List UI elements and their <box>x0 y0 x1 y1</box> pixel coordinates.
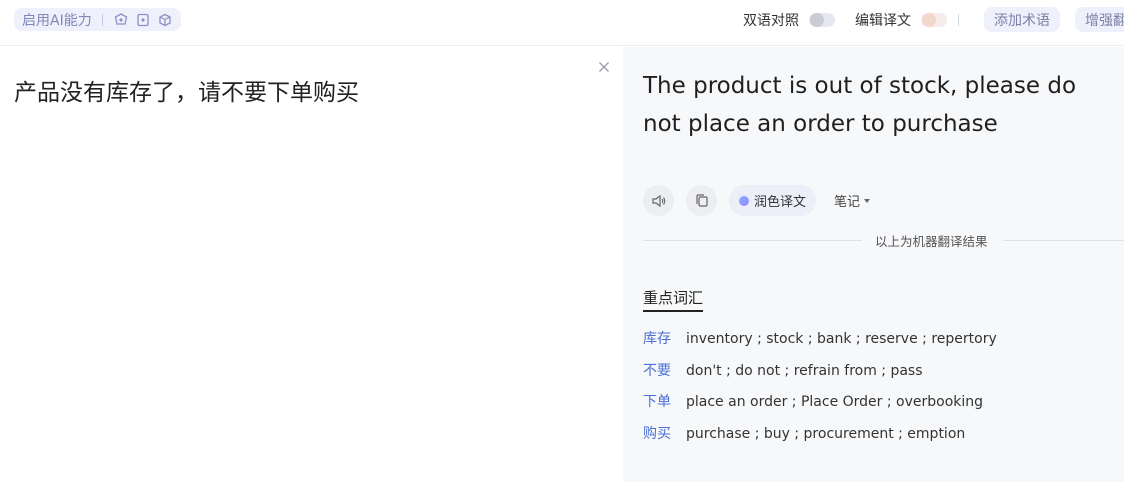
clear-icon[interactable] <box>596 59 612 75</box>
vocab-item: 不要 don't ; do not ; refrain from ; pass <box>643 360 997 392</box>
ai-refine-icon[interactable] <box>113 12 129 28</box>
notes-label: 笔记 <box>834 195 861 210</box>
divider-line-left <box>643 240 862 241</box>
vocab-list: 库存 inventory ; stock ; bank ; reserve ; … <box>643 328 997 454</box>
vocab-item: 购买 purchase ; buy ; procurement ; emptio… <box>643 423 997 455</box>
ai-cube-icon[interactable] <box>157 12 173 28</box>
vocab-defs: place an order ; Place Order ; overbooki… <box>686 394 984 410</box>
ai-capability-pill[interactable]: 启用AI能力 <box>14 8 181 31</box>
top-toolbar: 启用AI能力 双语对照 编辑译文 添加术语 增强翻 <box>0 0 1124 46</box>
ai-doc-icon[interactable] <box>135 12 151 28</box>
vocab-title: 重点词汇 <box>643 287 704 312</box>
vocab-term[interactable]: 下单 <box>643 391 686 411</box>
polish-icon <box>739 195 749 206</box>
enhance-translation-button[interactable]: 增强翻 <box>1075 7 1124 32</box>
vocab-term[interactable]: 库存 <box>643 328 686 348</box>
bilingual-label: 双语对照 <box>743 13 799 29</box>
edit-translation-toggle[interactable] <box>921 13 947 27</box>
edit-translation-toggle-group[interactable]: 编辑译文 <box>855 10 947 30</box>
source-text[interactable]: 产品没有库存了，请不要下单购买 <box>14 73 359 107</box>
toolbar-divider <box>958 14 959 26</box>
copy-button[interactable] <box>686 185 717 216</box>
vocab-item: 库存 inventory ; stock ; bank ; reserve ; … <box>643 328 997 360</box>
vocab-term[interactable]: 购买 <box>643 423 686 443</box>
vocab-term[interactable]: 不要 <box>643 360 686 380</box>
copy-icon <box>695 193 708 207</box>
toggle-knob <box>922 13 936 27</box>
machine-notice-text: 以上为机器翻译结果 <box>875 234 988 249</box>
vocab-item: 下单 place an order ; Place Order ; overbo… <box>643 391 997 423</box>
bilingual-toggle-group[interactable]: 双语对照 <box>743 10 835 30</box>
caret-down-icon <box>864 198 871 203</box>
notes-dropdown[interactable]: 笔记 <box>834 191 871 210</box>
add-term-button[interactable]: 添加术语 <box>984 7 1060 32</box>
vocab-defs: inventory ; stock ; bank ; reserve ; rep… <box>686 331 997 347</box>
vocab-defs: don't ; do not ; refrain from ; pass <box>686 362 923 379</box>
toggle-knob <box>810 13 824 27</box>
divider-line-right <box>1003 240 1124 241</box>
speaker-icon <box>651 194 665 207</box>
translation-actions: 润色译文 笔记 <box>643 185 871 216</box>
speaker-button[interactable] <box>643 185 674 216</box>
bilingual-toggle[interactable] <box>809 13 835 27</box>
translation-pane: The product is out of stock, please do n… <box>623 47 1124 482</box>
vocab-defs: purchase ; buy ; procurement ; emption <box>686 425 966 442</box>
edit-translation-label: 编辑译文 <box>855 13 911 29</box>
source-pane[interactable]: 产品没有库存了，请不要下单购买 <box>0 47 623 482</box>
polish-label: 润色译文 <box>754 195 807 210</box>
ai-pill-separator <box>101 13 103 26</box>
machine-translation-notice: 以上为机器翻译结果 <box>643 231 1124 249</box>
polish-translation-button[interactable]: 润色译文 <box>729 185 817 216</box>
translation-text: The product is out of stock, please do n… <box>643 73 1077 137</box>
ai-capability-label: 启用AI能力 <box>22 12 92 29</box>
